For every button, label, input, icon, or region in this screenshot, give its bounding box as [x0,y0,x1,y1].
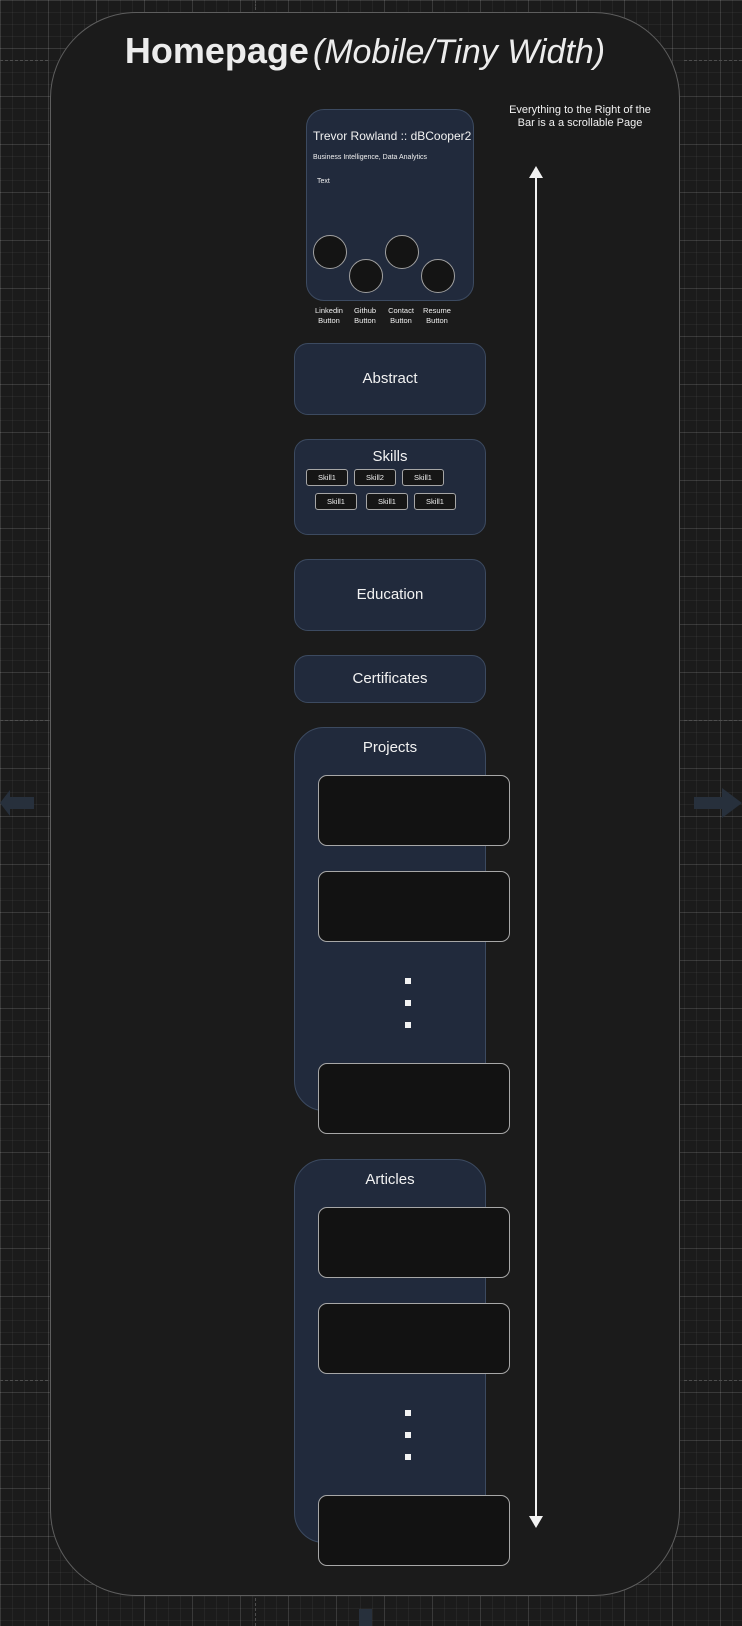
abstract-section: Abstract [294,343,486,415]
article-item[interactable] [318,1495,510,1566]
certificates-section: Certificates [294,655,486,703]
projects-title: Projects [362,739,418,756]
guide-line [255,0,256,10]
github-button-label: Github Button [353,306,377,325]
ellipsis-dot [405,1000,411,1006]
skill-chip: Skill1 [306,469,348,486]
linkedin-button-label: Linkedin Button [315,306,343,325]
project-item[interactable] [318,775,510,846]
skill-chip: Skill2 [354,469,396,486]
skills-title: Skills [372,448,408,465]
profile-text: Text [317,178,330,185]
page-title: Homepage (Mobile/Tiny Width) [50,30,680,72]
resume-button-label: Resume Button [423,306,451,325]
skill-chip: Skill1 [366,493,408,510]
project-item[interactable] [318,1063,510,1134]
guide-line [255,1598,256,1626]
guide-line [684,720,742,721]
ellipsis-dot [405,1410,411,1416]
skills-section: Skills Skill1 Skill2 Skill1 Skill1 Skill… [294,439,486,535]
ellipsis-dot [405,1022,411,1028]
article-item[interactable] [318,1207,510,1278]
ellipsis-dot [405,1454,411,1460]
ellipsis-dot [405,1432,411,1438]
contact-button[interactable] [385,235,419,269]
guide-line [684,60,742,61]
article-item[interactable] [318,1303,510,1374]
title-main: Homepage [124,30,309,71]
profile-name: Trevor Rowland :: dBCooper2 [313,129,472,143]
profile-subtitle: Business Intelligence, Data Analytics [313,154,428,161]
connector-stub [359,1609,372,1626]
guide-line [0,1380,48,1381]
scroll-note: Everything to the Right of the Bar is a … [509,104,651,129]
ellipsis-dot [405,978,411,984]
resume-button[interactable] [421,259,455,293]
education-title: Education [356,586,424,603]
guide-line [0,720,48,721]
profile-card: Trevor Rowland :: dBCooper2 Business Int… [306,109,474,301]
guide-line [0,60,48,61]
linkedin-button[interactable] [313,235,347,269]
guide-line [684,1380,742,1381]
github-button[interactable] [349,259,383,293]
project-item[interactable] [318,871,510,942]
title-subtitle: (Mobile/Tiny Width) [312,33,606,71]
skill-chip: Skill1 [315,493,357,510]
contact-button-label: Contact Button [388,306,414,325]
certificates-title: Certificates [352,670,428,687]
skill-chip: Skill1 [414,493,456,510]
scroll-bar-arrow [529,166,543,1528]
right-arrow-icon [694,788,742,818]
education-section: Education [294,559,486,631]
abstract-title: Abstract [362,370,418,387]
skill-chip: Skill1 [402,469,444,486]
left-arrow-icon [0,790,34,816]
articles-title: Articles [365,1171,415,1188]
